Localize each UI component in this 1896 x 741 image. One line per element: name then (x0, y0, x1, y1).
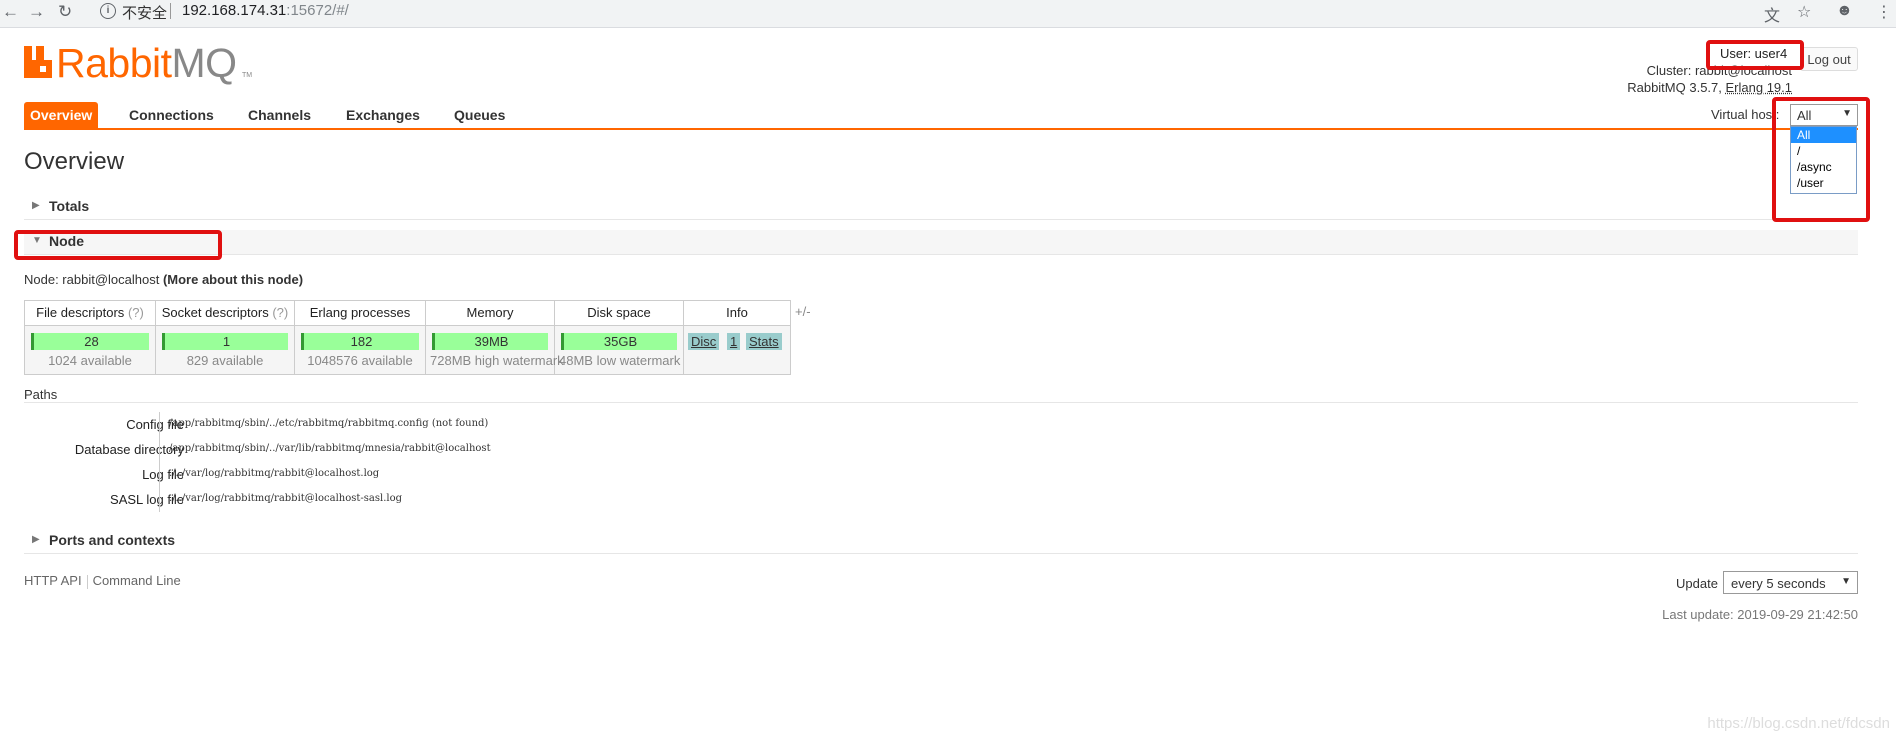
expand-triangle-icon: ▶ (32, 200, 40, 211)
watermark: https://blog.csdn.net/fdcsdn (1707, 715, 1890, 732)
info-badge-count[interactable]: 1 (727, 333, 741, 350)
columns-toggle[interactable]: +/- (795, 304, 811, 319)
path-key: Database directory (74, 442, 184, 457)
account-icon[interactable]: ☻ (1836, 2, 1853, 20)
stat-watermark: 48MB low watermark (559, 353, 681, 368)
stat-header: Erlang processes (295, 301, 425, 326)
stat-header: File descriptors (?) (25, 301, 155, 326)
section-totals-title: Totals (49, 198, 90, 214)
paths-divider (24, 402, 1858, 403)
trademark-mark: TM (242, 72, 253, 79)
stat-bar: 28 (31, 333, 149, 350)
page-title: Overview (24, 148, 125, 175)
path-value: /app/rabbitmq/sbin/../etc/rabbitmq/rabbi… (169, 418, 489, 429)
annotation-box-node (14, 230, 222, 260)
url-field[interactable]: 192.168.174.31:15672/#/ (182, 2, 349, 19)
stat-erlang-processes: Erlang processes 182 1048576 available (295, 301, 426, 374)
star-icon[interactable]: ☆ (1797, 2, 1811, 22)
stat-available: 1024 available (48, 353, 132, 368)
section-ports-title: Ports and contexts (49, 532, 176, 548)
tab-exchanges[interactable]: Exchanges (340, 102, 426, 129)
section-ports-and-contexts[interactable]: ▶ Ports and contexts (24, 529, 1858, 554)
info-icon[interactable]: i (100, 3, 116, 19)
stat-watermark: 728MB high watermark (430, 353, 564, 368)
stat-header: Disk space (555, 301, 683, 326)
path-value: /app/rabbitmq/sbin/../var/lib/rabbitmq/m… (169, 443, 491, 454)
node-name: Node: rabbit@localhost (24, 272, 160, 287)
help-link[interactable]: (?) (128, 305, 144, 320)
stat-bar: 182 (301, 333, 419, 350)
more-about-node-link[interactable]: (More about this node) (163, 272, 303, 287)
translate-icon[interactable]: 文 (1764, 2, 1780, 26)
insecure-label: 不安全 (122, 5, 168, 22)
vhost-label: Virtual host: (1711, 107, 1780, 122)
path-row: SASL log file ./../var/log/rabbitmq/rabb… (24, 487, 824, 512)
url-port-path: :15672/#/ (286, 2, 349, 19)
update-interval-value: every 5 seconds (1731, 576, 1826, 591)
tab-queues[interactable]: Queues (448, 102, 511, 129)
stat-header: Socket descriptors (?) (156, 301, 294, 326)
forward-icon[interactable]: → (28, 2, 45, 22)
path-key: Log file (142, 467, 184, 482)
version-info: RabbitMQ 3.5.7, Erlang 19.1 (1627, 80, 1792, 95)
tab-overview[interactable]: Overview (24, 102, 99, 129)
path-value: ./../var/log/rabbitmq/rabbit@localhost-s… (169, 493, 402, 504)
annotation-box-vhost (1772, 97, 1870, 222)
section-totals[interactable]: ▶ Totals (24, 195, 1858, 220)
tab-connections[interactable]: Connections (123, 102, 220, 129)
section-node[interactable]: ▼ Node (24, 230, 1858, 255)
node-info: Node: rabbit@localhost (More about this … (24, 272, 303, 287)
stat-header: Info (684, 301, 790, 326)
stat-bar: 39MB (432, 333, 548, 350)
path-key: SASL log file (110, 492, 184, 507)
path-row: Database directory /app/rabbitmq/sbin/..… (24, 437, 824, 462)
url-host: 192.168.174.31 (182, 2, 287, 19)
path-row: Log file ./../var/log/rabbitmq/rabbit@lo… (24, 462, 824, 487)
help-link[interactable]: (?) (272, 305, 288, 320)
node-stats-table: File descriptors (?) 28 1024 available S… (24, 300, 791, 375)
rabbitmq-logo-mark (24, 46, 52, 78)
stat-available: 1048576 available (307, 353, 413, 368)
rabbitmq-version: RabbitMQ 3.5.7, (1627, 80, 1726, 95)
stat-file-descriptors: File descriptors (?) 28 1024 available (25, 301, 156, 374)
stat-memory: Memory 39MB 728MB high watermark (426, 301, 564, 374)
expand-triangle-icon: ▶ (32, 534, 40, 545)
back-icon[interactable]: ← (2, 2, 19, 22)
command-line-link[interactable]: Command Line (93, 573, 181, 588)
stat-header: Memory (426, 301, 554, 326)
http-api-link[interactable]: HTTP API (24, 573, 82, 588)
menu-icon[interactable]: ⋮ (1876, 2, 1892, 22)
logout-button[interactable]: Log out (1800, 47, 1858, 71)
browser-address-bar: ← → ↻ i 不安全 192.168.174.31:15672/#/ 文 ☆ … (0, 0, 1896, 28)
erlang-version: Erlang 19.1 (1725, 80, 1793, 95)
stat-bar: 35GB (561, 333, 677, 350)
info-badge-disc[interactable]: Disc (688, 333, 720, 350)
path-row: Config file /app/rabbitmq/sbin/../etc/ra… (24, 412, 824, 437)
tab-channels[interactable]: Channels (242, 102, 317, 129)
url-separator (170, 3, 171, 19)
last-update: Last update: 2019-09-29 21:42:50 (1662, 607, 1858, 622)
path-key: Config file (126, 417, 184, 432)
cluster-label: Cluster: (1646, 63, 1695, 78)
paths-title: Paths (24, 387, 58, 402)
stat-info: Info Disc 1 Stats (684, 301, 790, 374)
info-badge-stats[interactable]: Stats (746, 333, 782, 350)
annotation-box-user (1706, 40, 1804, 70)
update-label: Update (1676, 576, 1718, 591)
tab-underline (24, 128, 1858, 130)
chevron-down-icon: ▼ (1841, 576, 1851, 587)
reload-icon[interactable]: ↻ (58, 2, 72, 22)
update-interval-select[interactable]: every 5 seconds ▼ (1723, 571, 1858, 594)
rabbitmq-logo-text: RabbitMQ (56, 40, 237, 86)
footer-links: HTTP API Command Line (24, 573, 181, 589)
stat-socket-descriptors: Socket descriptors (?) 1 829 available (156, 301, 295, 374)
path-value: ./../var/log/rabbitmq/rabbit@localhost.l… (169, 468, 380, 479)
stat-disk-space: Disk space 35GB 48MB low watermark (555, 301, 684, 374)
stat-bar: 1 (162, 333, 288, 350)
stat-available: 829 available (186, 353, 264, 368)
